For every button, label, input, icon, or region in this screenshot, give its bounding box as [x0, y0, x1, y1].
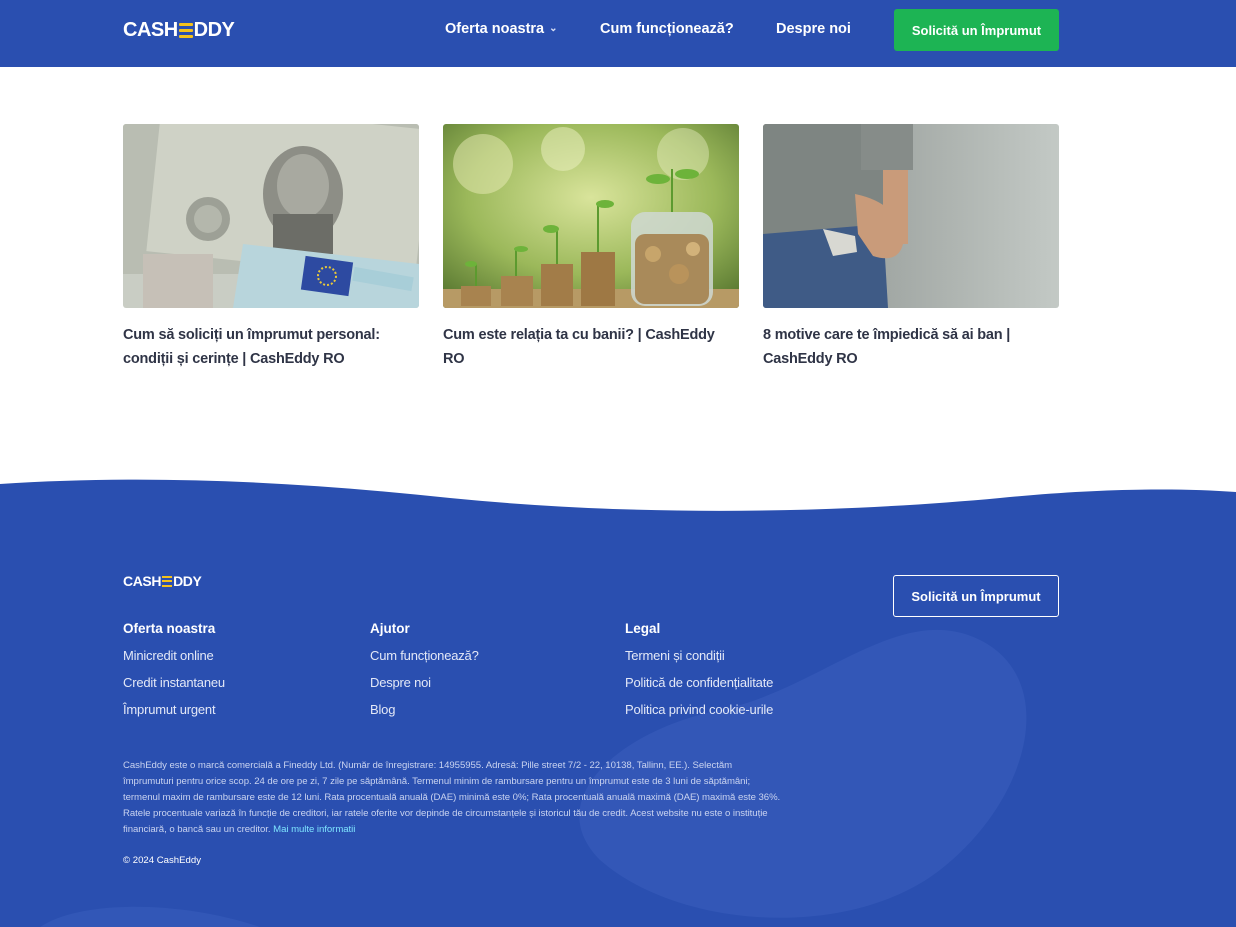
- footer-apply-loan-button[interactable]: Solicită un Împrumut: [893, 575, 1059, 617]
- disclaimer-text: CashEddy este o marcă comercială a Fined…: [123, 760, 781, 835]
- banknotes-image[interactable]: [123, 124, 419, 308]
- nav-label: Oferta noastra: [445, 21, 545, 37]
- logo-e-mark-icon: [178, 23, 193, 38]
- apply-loan-button[interactable]: Solicită un Împrumut: [894, 9, 1059, 51]
- footer-column-ajutor: Ajutor Cum funcționează? Despre noi Blog: [370, 621, 479, 723]
- article-card[interactable]: Cum este relația ta cu banii? | CashEddy…: [443, 124, 739, 371]
- empty-pocket-image[interactable]: [763, 124, 1059, 308]
- footer-column-heading: Legal: [625, 621, 661, 636]
- footer-column-heading: Ajutor: [370, 621, 410, 636]
- cashe ddy-logo[interactable]: CASH DDY: [123, 19, 235, 42]
- copyright: © 2024 CashEddy: [123, 855, 202, 866]
- footer-column-heading: Oferta noastra: [123, 621, 216, 636]
- chevron-down-icon: ⌄: [549, 23, 558, 34]
- footer-logo[interactable]: CASH DDY: [123, 573, 202, 589]
- logo-text-left: CASH: [123, 573, 162, 589]
- nav-despre-noi[interactable]: Despre noi: [776, 21, 851, 37]
- article-title[interactable]: Cum este relația ta cu banii? | CashEddy…: [443, 323, 739, 371]
- article-card[interactable]: Cum să soliciți un împrumut personal: co…: [123, 124, 419, 371]
- footer-column-legal: Legal Termeni și condiții Politică de co…: [625, 621, 773, 723]
- footer-link[interactable]: Despre noi: [370, 669, 479, 696]
- logo-e-mark-icon: [162, 575, 173, 587]
- footer-link[interactable]: Politica privind cookie-urile: [625, 696, 773, 723]
- article-title[interactable]: 8 motive care te împiedică să ai ban | C…: [763, 323, 1059, 371]
- footer-link[interactable]: Împrumut urgent: [123, 696, 225, 723]
- logo-text-left: CASH: [123, 19, 178, 41]
- footer-link[interactable]: Credit instantaneu: [123, 669, 225, 696]
- nav-oferta-noastra[interactable]: Oferta noastra ⌄: [445, 21, 558, 37]
- footer-column-oferta: Oferta noastra Minicredit online Credit …: [123, 621, 225, 723]
- article-title[interactable]: Cum să soliciți un împrumut personal: co…: [123, 323, 419, 371]
- logo-text-right: DDY: [173, 573, 202, 589]
- footer-link[interactable]: Termeni și condiții: [625, 642, 773, 669]
- site-header: CASH DDY Oferta noastra ⌄ Cum funcționeaz…: [0, 0, 1236, 67]
- footer-link[interactable]: Blog: [370, 696, 479, 723]
- footer-link[interactable]: Cum funcționează?: [370, 642, 479, 669]
- footer-link[interactable]: Politică de confidențialitate: [625, 669, 773, 696]
- nav-cum-functioneaza[interactable]: Cum funcționează?: [600, 21, 734, 37]
- coins-plants-image[interactable]: [443, 124, 739, 308]
- footer-link[interactable]: Minicredit online: [123, 642, 225, 669]
- legal-disclaimer: CashEddy este o marcă comercială a Fined…: [123, 758, 783, 838]
- logo-text-right: DDY: [193, 19, 235, 41]
- more-info-link[interactable]: Mai multe informatii: [273, 824, 355, 835]
- article-card[interactable]: 8 motive care te împiedică să ai ban | C…: [763, 124, 1059, 371]
